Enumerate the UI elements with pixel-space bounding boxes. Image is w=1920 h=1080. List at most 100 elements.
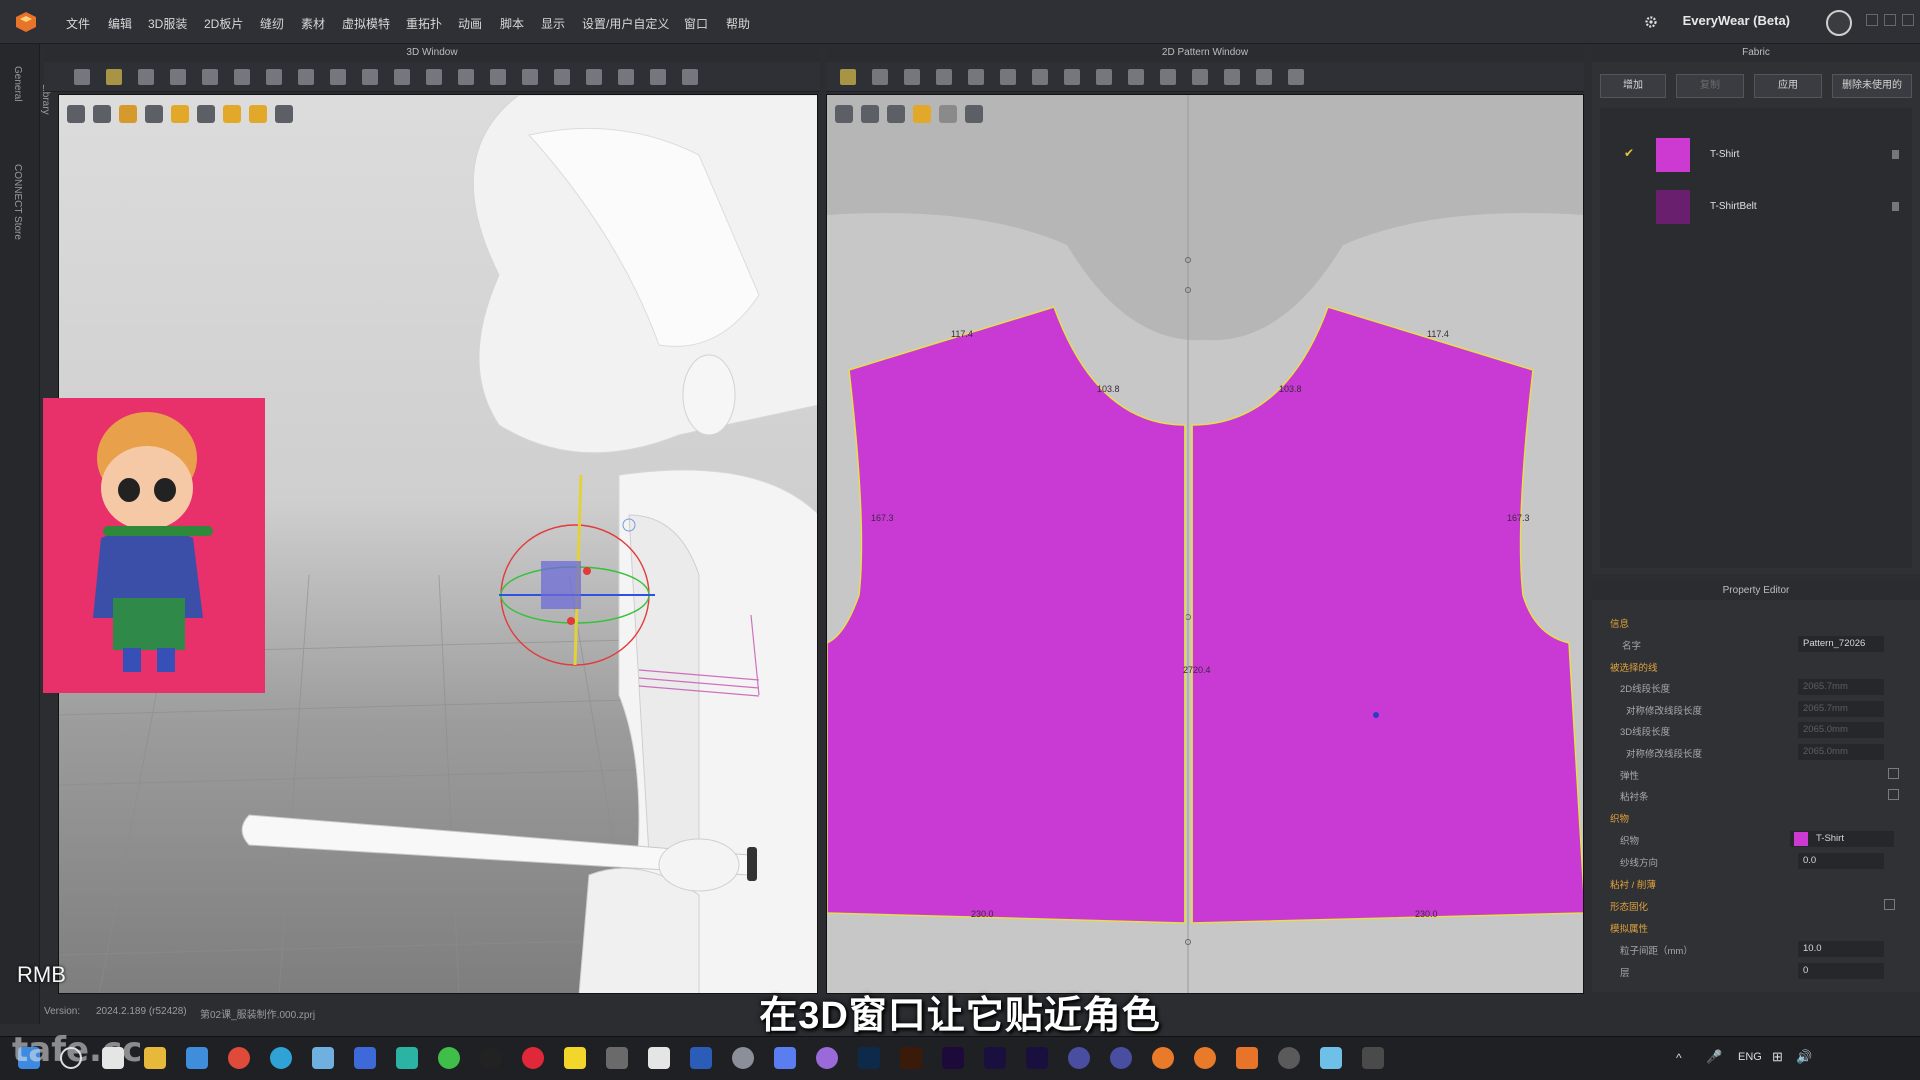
select-tool-icon[interactable] (74, 69, 90, 85)
section-info[interactable]: 信息 (1610, 616, 1900, 634)
menu-settings[interactable]: 设置/用户自定义 (582, 15, 669, 32)
tool-icon[interactable] (1256, 69, 1272, 85)
tool-icon[interactable] (426, 69, 442, 85)
tool-icon[interactable] (682, 69, 698, 85)
language-indicator[interactable]: ENG (1738, 1051, 1762, 1063)
section-fabric[interactable]: 织物 (1610, 811, 1900, 829)
tool-icon[interactable] (458, 69, 474, 85)
view-tool-icon[interactable] (145, 105, 163, 123)
tool-icon[interactable] (522, 69, 538, 85)
tool-icon[interactable] (298, 69, 314, 85)
delete-unused-button[interactable]: 删除未使用的 (1832, 74, 1912, 98)
tool-icon[interactable] (330, 69, 346, 85)
tool-icon[interactable] (266, 69, 282, 85)
network-icon[interactable]: ⊞ (1772, 1049, 1783, 1065)
tool-icon[interactable] (968, 69, 984, 85)
tab-connect-store[interactable]: CONNECT Store (12, 164, 23, 240)
tool-icon[interactable] (936, 69, 952, 85)
view-tool-icon[interactable] (223, 105, 241, 123)
app-icon[interactable] (1278, 1047, 1300, 1069)
tool-icon[interactable] (586, 69, 602, 85)
volume-icon[interactable]: 🔊 (1796, 1049, 1812, 1065)
value-field[interactable]: 2065.7mm (1798, 679, 1884, 695)
premiere-icon[interactable] (942, 1047, 964, 1069)
view-tool-icon[interactable] (965, 105, 983, 123)
media-encoder-icon[interactable] (1026, 1047, 1048, 1069)
app-icon[interactable] (606, 1047, 628, 1069)
app-icon[interactable] (396, 1047, 418, 1069)
solidify-checkbox[interactable] (1884, 899, 1895, 910)
store-icon[interactable] (186, 1047, 208, 1069)
fabric-menu-icon[interactable] (1892, 150, 1899, 159)
view-tool-icon[interactable] (939, 105, 957, 123)
tool-icon[interactable] (170, 69, 186, 85)
close-icon[interactable] (1902, 14, 1914, 26)
photoshop-icon[interactable] (858, 1047, 880, 1069)
view-tool-icon[interactable] (119, 105, 137, 123)
tape-checkbox[interactable] (1888, 789, 1899, 800)
view-tool-icon[interactable] (275, 105, 293, 123)
menu-edit[interactable]: 编辑 (108, 15, 132, 32)
menu-animation[interactable]: 动画 (458, 15, 482, 32)
blender-icon[interactable] (1152, 1047, 1174, 1069)
menu-materials[interactable]: 素材 (301, 15, 325, 32)
minimize-icon[interactable] (1866, 14, 1878, 26)
fabric-item-tshirtbelt[interactable]: T-ShirtBelt (1612, 184, 1912, 232)
user-avatar-icon[interactable] (1826, 10, 1852, 36)
move-tool-icon[interactable] (106, 69, 122, 85)
menu-help[interactable]: 帮助 (726, 15, 750, 32)
chrome-icon[interactable] (228, 1047, 250, 1069)
music-icon[interactable] (522, 1047, 544, 1069)
tool-icon[interactable] (650, 69, 666, 85)
menu-retopology[interactable]: 重拓扑 (406, 15, 442, 32)
tool-icon[interactable] (618, 69, 634, 85)
window2d-pattern-viewport[interactable]: 117.4 117.4 103.8 103.8 167.3 167.3 2720… (826, 94, 1584, 994)
app-icon[interactable] (774, 1047, 796, 1069)
menu-3d-garment[interactable]: 3D服装 (148, 15, 187, 32)
tool-icon[interactable] (202, 69, 218, 85)
tab-general[interactable]: General (12, 66, 23, 102)
tool-icon[interactable] (1288, 69, 1304, 85)
view-tool-icon[interactable] (67, 105, 85, 123)
section-simulation[interactable]: 模拟属性 (1610, 921, 1900, 939)
tool-icon[interactable] (1128, 69, 1144, 85)
wechat-icon[interactable] (438, 1047, 460, 1069)
menu-script[interactable]: 脚本 (500, 15, 524, 32)
file-explorer-icon[interactable] (144, 1047, 166, 1069)
app-icon[interactable] (1362, 1047, 1384, 1069)
menu-avatar[interactable]: 虚拟模特 (342, 15, 390, 32)
tool-icon[interactable] (1224, 69, 1240, 85)
tool-icon[interactable] (138, 69, 154, 85)
value-field[interactable]: 2065.0mm (1798, 722, 1884, 738)
app-icon[interactable] (354, 1047, 376, 1069)
menu-window[interactable]: 窗口 (684, 15, 708, 32)
apply-fabric-button[interactable]: 应用 (1754, 74, 1822, 98)
tool-icon[interactable] (362, 69, 378, 85)
app-icon[interactable] (816, 1047, 838, 1069)
value-field[interactable]: 2065.0mm (1798, 744, 1884, 760)
notes-icon[interactable] (564, 1047, 586, 1069)
value-field[interactable]: 2065.7mm (1798, 701, 1884, 717)
cinema4d-icon[interactable] (1068, 1047, 1090, 1069)
view-tool-icon[interactable] (861, 105, 879, 123)
tool-icon[interactable] (1000, 69, 1016, 85)
app-icon[interactable] (648, 1047, 670, 1069)
settings-icon[interactable] (732, 1047, 754, 1069)
edge-icon[interactable] (270, 1047, 292, 1069)
view-tool-icon[interactable] (93, 105, 111, 123)
tool-icon[interactable] (1064, 69, 1080, 85)
tool-icon[interactable] (234, 69, 250, 85)
word-icon[interactable] (690, 1047, 712, 1069)
section-fusing[interactable]: 粘衬 / 削薄 (1610, 877, 1900, 895)
view-tool-icon[interactable] (887, 105, 905, 123)
grain-field[interactable]: 0.0 (1798, 853, 1884, 869)
menu-file[interactable]: 文件 (66, 15, 90, 32)
tool-icon[interactable] (1096, 69, 1112, 85)
fabric-menu-icon[interactable] (1892, 202, 1899, 211)
tool-icon[interactable] (872, 69, 888, 85)
view-tool-icon[interactable] (171, 105, 189, 123)
clo-taskbar-icon[interactable] (1236, 1047, 1258, 1069)
tool-icon[interactable] (554, 69, 570, 85)
menu-display[interactable]: 显示 (541, 15, 565, 32)
app-icon[interactable] (312, 1047, 334, 1069)
